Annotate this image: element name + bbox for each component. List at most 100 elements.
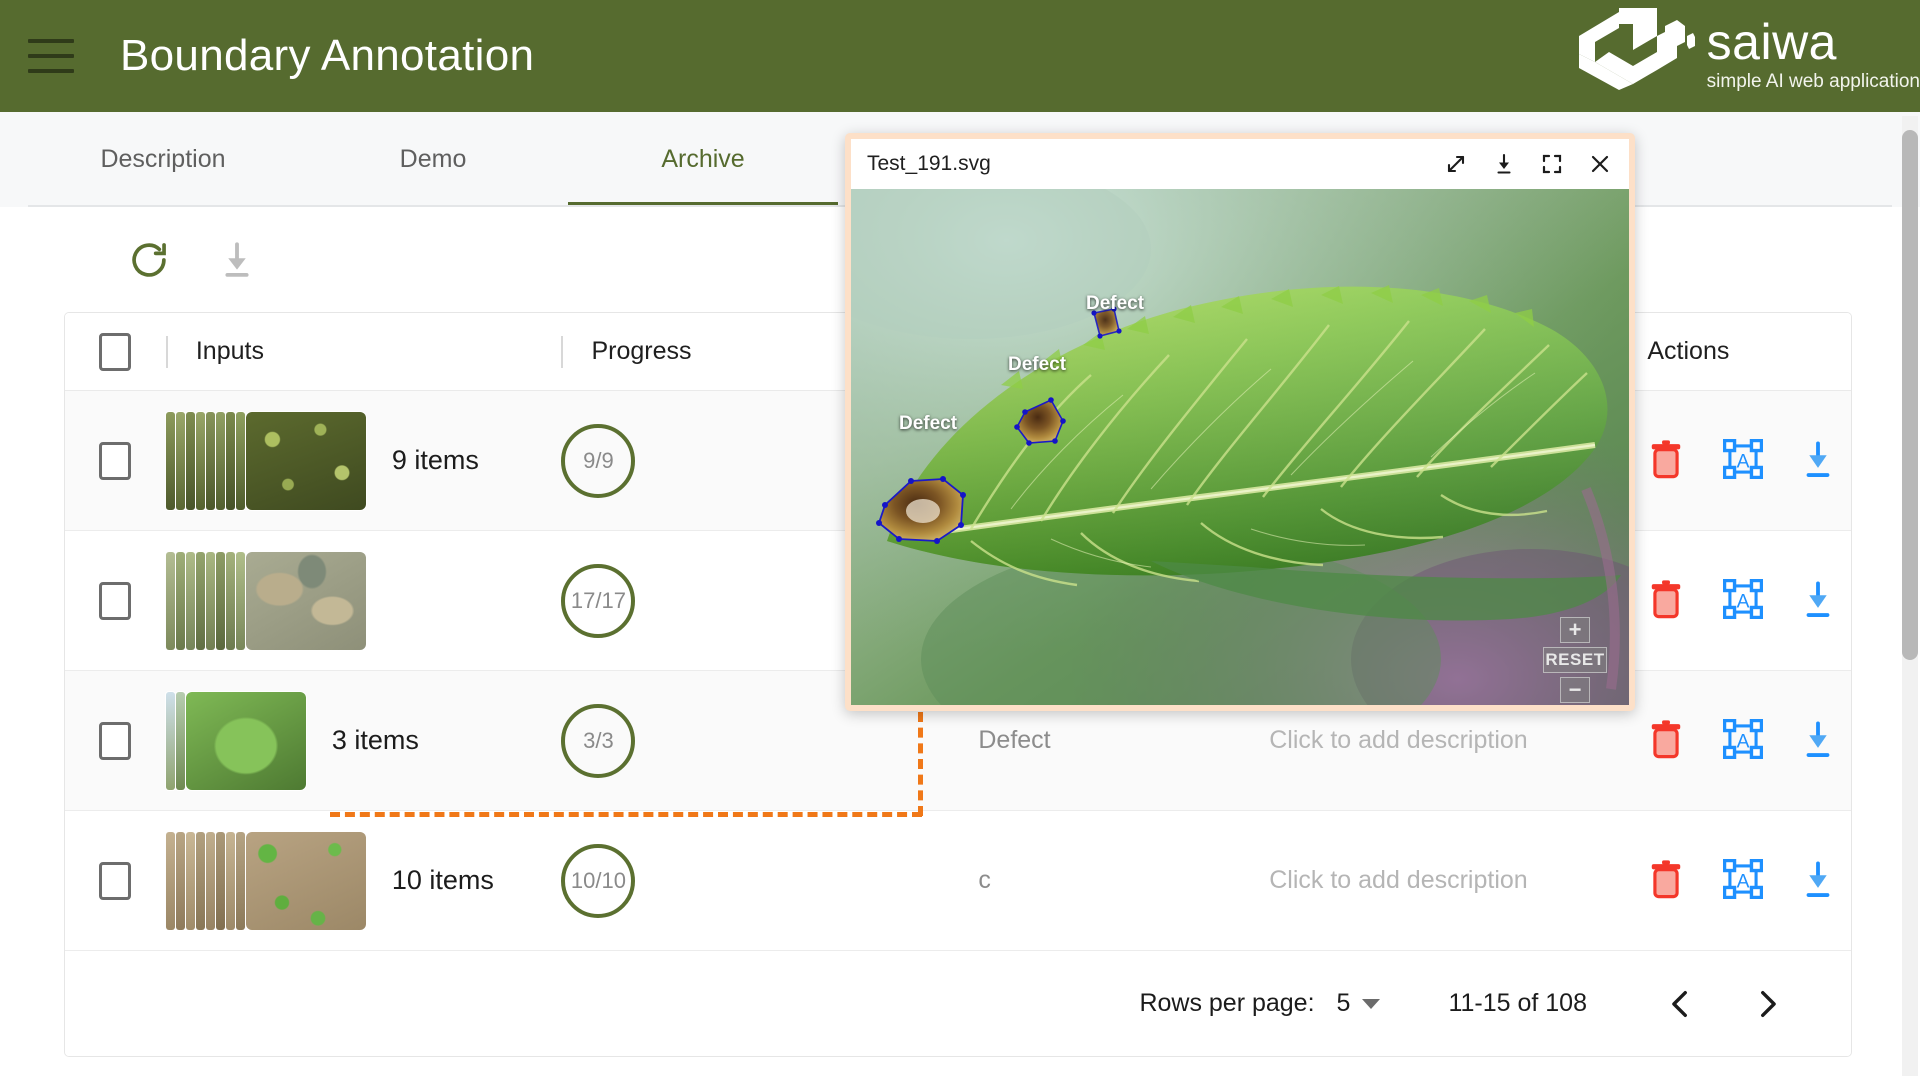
row-description-cell[interactable]: Click to add description: [1269, 866, 1647, 895]
table-pagination: Rows per page: 5 11-15 of 108: [65, 951, 1851, 1056]
row-item-count: 3 items: [331, 725, 419, 755]
select-all-checkbox[interactable]: [99, 332, 132, 371]
row-item-count: 9 items: [391, 445, 479, 475]
column-header-inputs-label: Inputs: [195, 337, 264, 365]
expand-icon[interactable]: [1441, 149, 1471, 179]
thumbnail-stack[interactable]: [165, 551, 366, 650]
hamburger-menu-icon[interactable]: [28, 39, 74, 73]
row-description-cell[interactable]: Click to add description: [1269, 726, 1647, 755]
saiwa-logo-icon: [1578, 8, 1695, 90]
annotate-icon[interactable]: A: [1723, 718, 1764, 763]
download-icon[interactable]: [214, 237, 260, 283]
progress-ring: 17/17: [561, 563, 636, 638]
delete-icon[interactable]: [1647, 859, 1687, 903]
row-select-cell: [65, 441, 166, 480]
annotation-label: Defect: [1008, 354, 1067, 375]
row-inputs-cell: 3 items: [165, 691, 562, 790]
download-row-icon[interactable]: [1799, 719, 1839, 763]
rows-per-page-label: Rows per page:: [1139, 989, 1315, 1017]
annotate-icon[interactable]: A: [1723, 578, 1764, 623]
row-checkbox[interactable]: [99, 861, 132, 900]
zoom-controls: + RESET −: [1543, 617, 1607, 703]
app-root: Boundary Annotation saiwa simple AI web …: [0, 0, 1920, 1080]
row-checkbox[interactable]: [99, 441, 132, 480]
row-label-cell: c: [978, 866, 1269, 895]
brand-logo: saiwa simple AI web application: [1573, 6, 1920, 96]
brand-name: saiwa: [1706, 14, 1837, 70]
row-inputs-cell: 10 items: [165, 831, 562, 930]
thumbnail-stack[interactable]: [165, 411, 366, 510]
hamburger-bar: [28, 39, 74, 43]
zoom-out-button[interactable]: −: [1560, 677, 1590, 703]
row-progress-cell: 10/10: [561, 843, 978, 918]
app-header: Boundary Annotation saiwa simple AI web …: [0, 0, 1920, 112]
row-actions-cell: A: [1647, 438, 1851, 483]
row-item-count: 10 items: [391, 865, 494, 895]
row-select-cell: [65, 581, 166, 620]
row-inputs-cell: 9 items: [165, 411, 562, 510]
column-divider: [561, 335, 564, 368]
row-select-cell: [65, 861, 166, 900]
rows-per-page-value: 5: [1336, 989, 1351, 1017]
page-title: Boundary Annotation: [120, 31, 535, 80]
column-header-actions: Actions: [1647, 337, 1851, 366]
rows-per-page-select[interactable]: 5: [1337, 989, 1381, 1018]
row-label-cell: Defect: [978, 726, 1269, 755]
zoom-in-button[interactable]: +: [1560, 617, 1590, 643]
delete-icon[interactable]: [1647, 579, 1687, 623]
brand-tagline: simple AI web application: [1706, 71, 1920, 92]
connector-line-vertical: [918, 712, 923, 816]
hamburger-bar: [28, 54, 74, 58]
download-icon[interactable]: [1489, 149, 1519, 179]
tab-description[interactable]: Description: [28, 112, 298, 207]
tab-demo[interactable]: Demo: [298, 112, 568, 207]
delete-icon[interactable]: [1647, 439, 1687, 483]
tab-archive[interactable]: Archive: [568, 112, 838, 207]
annotate-icon[interactable]: A: [1723, 858, 1764, 903]
connector-line-horizontal: [330, 812, 922, 817]
download-row-icon[interactable]: [1799, 439, 1839, 483]
row-label: Defect: [978, 726, 1051, 754]
chevron-down-icon: [1362, 998, 1381, 1009]
table-row[interactable]: 10 items 10/10 c Click to add descriptio…: [65, 811, 1851, 951]
download-row-icon[interactable]: [1799, 859, 1839, 903]
svg-text:A: A: [1737, 871, 1750, 892]
progress-ring: 10/10: [561, 843, 636, 918]
pagination-range: 11-15 of 108: [1448, 989, 1587, 1017]
hamburger-bar: [28, 69, 74, 73]
leaf-image: [851, 189, 1629, 705]
image-preview-dialog: Test_191.svg Defect Defect Defect + RESE…: [845, 133, 1635, 711]
dialog-header: Test_191.svg: [851, 139, 1629, 189]
svg-text:A: A: [1737, 591, 1750, 612]
page-scrollbar-thumb[interactable]: [1902, 130, 1918, 660]
row-checkbox[interactable]: [99, 721, 132, 760]
progress-ring: 3/3: [561, 703, 636, 778]
row-actions-cell: A: [1647, 858, 1851, 903]
close-icon[interactable]: [1585, 149, 1615, 179]
previous-page-button[interactable]: [1653, 976, 1709, 1032]
row-description[interactable]: Click to add description: [1269, 726, 1527, 754]
annotate-icon[interactable]: A: [1723, 438, 1764, 483]
row-description[interactable]: Click to add description: [1269, 866, 1527, 894]
zoom-reset-button[interactable]: RESET: [1543, 647, 1607, 673]
column-header-inputs: Inputs: [165, 335, 562, 368]
refresh-icon[interactable]: [126, 237, 172, 283]
brand-text-block: saiwa simple AI web application: [1707, 6, 1920, 96]
next-page-button[interactable]: [1739, 976, 1795, 1032]
row-actions-cell: A: [1647, 578, 1851, 623]
row-checkbox[interactable]: [99, 581, 132, 620]
thumbnail-stack[interactable]: [165, 831, 366, 930]
annotation-canvas[interactable]: Defect Defect Defect + RESET −: [851, 189, 1629, 705]
annotation-label: Defect: [899, 413, 958, 434]
column-header-progress-label: Progress: [591, 337, 692, 365]
column-divider: [165, 335, 168, 368]
download-row-icon[interactable]: [1799, 579, 1839, 623]
select-all-cell: [65, 332, 166, 371]
row-progress-cell: 3/3: [561, 703, 978, 778]
dialog-title: Test_191.svg: [867, 152, 991, 175]
thumbnail-stack[interactable]: [165, 691, 306, 790]
delete-icon[interactable]: [1647, 719, 1687, 763]
progress-ring: 9/9: [561, 423, 636, 498]
fullscreen-icon[interactable]: [1537, 149, 1567, 179]
row-inputs-cell: [165, 551, 562, 650]
